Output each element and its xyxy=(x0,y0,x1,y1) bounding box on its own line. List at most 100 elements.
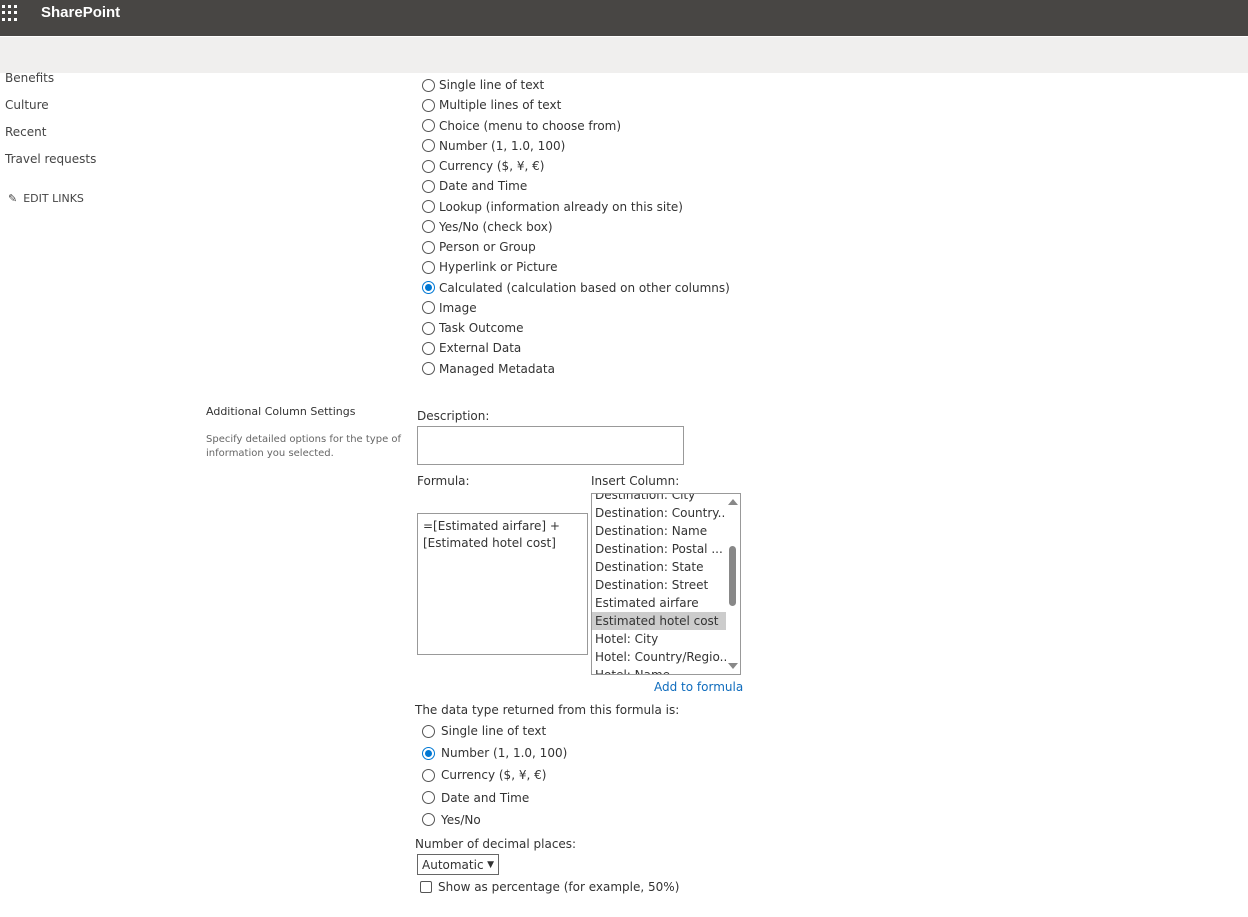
insert-column-option[interactable]: Hotel: Name xyxy=(592,666,726,675)
nav-benefits[interactable]: Benefits xyxy=(5,71,54,85)
radio-label: Choice (menu to choose from) xyxy=(439,119,621,133)
scrollbar-thumb[interactable] xyxy=(729,546,736,606)
radio-label: Person or Group xyxy=(439,240,536,254)
return-type-option[interactable]: Date and Time xyxy=(422,791,529,805)
return-type-option[interactable]: Single line of text xyxy=(422,724,546,738)
add-to-formula-link[interactable]: Add to formula xyxy=(654,680,743,694)
description-label: Description: xyxy=(417,409,489,423)
description-input[interactable] xyxy=(417,426,684,465)
show-as-percentage-checkbox[interactable]: Show as percentage (for example, 50%) xyxy=(420,880,679,894)
radio-button[interactable] xyxy=(422,200,435,213)
radio-button[interactable] xyxy=(422,180,435,193)
checkbox-box[interactable] xyxy=(420,881,432,893)
radio-label: Number (1, 1.0, 100) xyxy=(439,139,565,153)
radio-button[interactable] xyxy=(422,139,435,152)
radio-label: Single line of text xyxy=(439,78,544,92)
decimal-value: Automatic xyxy=(422,858,484,872)
radio-button[interactable] xyxy=(422,241,435,254)
column-type-option[interactable]: Number (1, 1.0, 100) xyxy=(422,139,565,153)
decimal-places-select[interactable]: Automatic ▼ xyxy=(417,854,499,875)
scroll-up-icon[interactable] xyxy=(728,499,738,505)
radio-label: Lookup (information already on this site… xyxy=(439,200,683,214)
radio-button[interactable] xyxy=(422,99,435,112)
insert-column-option[interactable]: Estimated hotel cost xyxy=(592,612,726,630)
insert-column-option[interactable]: Destination: Postal ... xyxy=(592,540,726,558)
column-type-option[interactable]: Lookup (information already on this site… xyxy=(422,200,683,214)
insert-column-option[interactable]: Hotel: City xyxy=(592,630,726,648)
radio-label: Image xyxy=(439,301,477,315)
nav-recent[interactable]: Recent xyxy=(5,125,46,139)
radio-label: Calculated (calculation based on other c… xyxy=(439,281,730,295)
radio-label: Single line of text xyxy=(441,724,546,738)
return-type-option[interactable]: Currency ($, ¥, €) xyxy=(422,768,546,782)
radio-button[interactable] xyxy=(422,342,435,355)
return-type-option[interactable]: Number (1, 1.0, 100) xyxy=(422,746,567,760)
insert-column-option[interactable]: Destination: Street xyxy=(592,576,726,594)
sub-header xyxy=(0,37,1248,73)
return-type-label: The data type returned from this formula… xyxy=(415,703,679,717)
radio-label: Yes/No xyxy=(441,813,481,827)
column-type-option[interactable]: Choice (menu to choose from) xyxy=(422,119,621,133)
column-type-option[interactable]: Task Outcome xyxy=(422,321,523,335)
radio-label: Currency ($, ¥, €) xyxy=(439,159,544,173)
insert-column-option[interactable]: Hotel: Country/Regio... xyxy=(592,648,726,666)
section-description: Specify detailed options for the type of… xyxy=(206,433,406,461)
radio-button[interactable] xyxy=(422,725,435,738)
nav-culture[interactable]: Culture xyxy=(5,98,49,112)
radio-label: Hyperlink or Picture xyxy=(439,260,557,274)
column-type-option[interactable]: Hyperlink or Picture xyxy=(422,260,557,274)
radio-label: Managed Metadata xyxy=(439,362,555,376)
scroll-down-icon[interactable] xyxy=(728,663,738,669)
radio-button[interactable] xyxy=(422,769,435,782)
nav-travel-requests[interactable]: Travel requests xyxy=(5,152,96,166)
radio-button[interactable] xyxy=(422,301,435,314)
suite-bar: SharePoint xyxy=(0,0,1248,36)
column-type-option[interactable]: Yes/No (check box) xyxy=(422,220,553,234)
column-type-option[interactable]: Single line of text xyxy=(422,78,544,92)
radio-label: Date and Time xyxy=(441,791,529,805)
return-type-option[interactable]: Yes/No xyxy=(422,813,481,827)
insert-column-option[interactable]: Destination: State xyxy=(592,558,726,576)
insert-column-list[interactable]: Destination: CityDestination: Country...… xyxy=(591,493,741,675)
formula-input[interactable]: =[Estimated airfare] + [Estimated hotel … xyxy=(417,513,588,655)
radio-button[interactable] xyxy=(422,160,435,173)
app-title[interactable]: SharePoint xyxy=(41,4,120,21)
pencil-icon: ✎ xyxy=(8,192,17,205)
radio-button[interactable] xyxy=(422,79,435,92)
radio-button[interactable] xyxy=(422,747,435,760)
column-type-option[interactable]: Date and Time xyxy=(422,179,527,193)
radio-button[interactable] xyxy=(422,119,435,132)
percentage-label: Show as percentage (for example, 50%) xyxy=(438,880,679,894)
column-type-option[interactable]: Person or Group xyxy=(422,240,536,254)
column-type-option[interactable]: External Data xyxy=(422,341,521,355)
column-type-option[interactable]: Managed Metadata xyxy=(422,362,555,376)
radio-button[interactable] xyxy=(422,261,435,274)
radio-label: Yes/No (check box) xyxy=(439,220,553,234)
radio-label: Multiple lines of text xyxy=(439,98,561,112)
column-type-option[interactable]: Multiple lines of text xyxy=(422,98,561,112)
chevron-down-icon: ▼ xyxy=(487,860,494,870)
insert-column-option[interactable]: Destination: Name xyxy=(592,522,726,540)
insert-column-option[interactable]: Estimated airfare xyxy=(592,594,726,612)
radio-label: Task Outcome xyxy=(439,321,523,335)
radio-button[interactable] xyxy=(422,322,435,335)
scrollbar[interactable] xyxy=(726,494,738,674)
decimal-label: Number of decimal places: xyxy=(415,837,576,851)
insert-column-label: Insert Column: xyxy=(591,474,679,488)
radio-button[interactable] xyxy=(422,281,435,294)
radio-button[interactable] xyxy=(422,220,435,233)
insert-column-option[interactable]: Destination: City xyxy=(592,493,726,504)
section-title: Additional Column Settings xyxy=(206,405,355,418)
column-type-option[interactable]: Image xyxy=(422,301,477,315)
column-type-option[interactable]: Calculated (calculation based on other c… xyxy=(422,281,730,295)
radio-label: External Data xyxy=(439,341,521,355)
app-launcher-icon[interactable] xyxy=(2,5,18,21)
radio-button[interactable] xyxy=(422,791,435,804)
edit-links-button[interactable]: ✎ EDIT LINKS xyxy=(8,192,84,205)
radio-label: Date and Time xyxy=(439,179,527,193)
radio-button[interactable] xyxy=(422,813,435,826)
column-type-option[interactable]: Currency ($, ¥, €) xyxy=(422,159,544,173)
radio-label: Currency ($, ¥, €) xyxy=(441,768,546,782)
insert-column-option[interactable]: Destination: Country... xyxy=(592,504,726,522)
radio-button[interactable] xyxy=(422,362,435,375)
